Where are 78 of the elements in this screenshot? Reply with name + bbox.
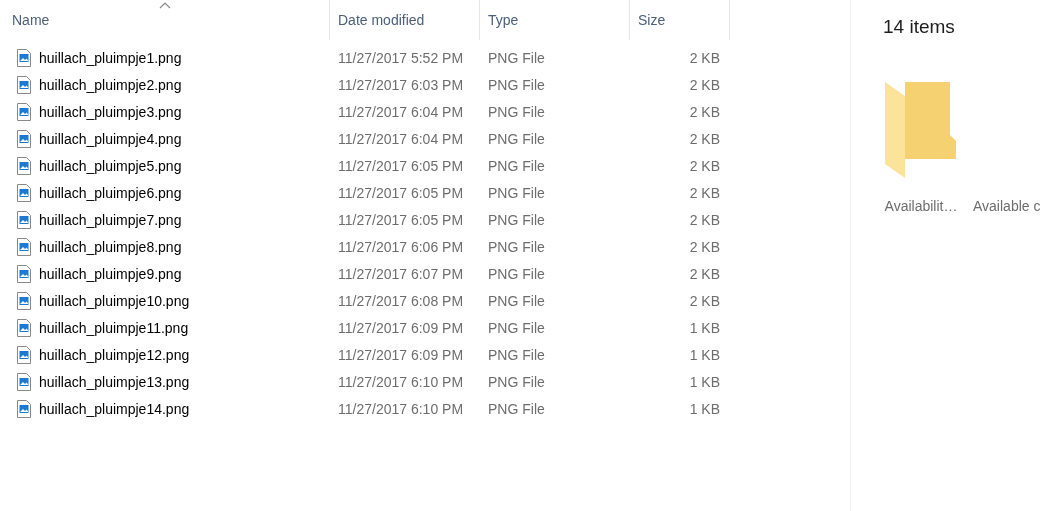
file-size: 2 KB xyxy=(689,265,720,282)
image-file-icon xyxy=(16,345,32,364)
file-name[interactable]: huillach_pluimpje7.png xyxy=(39,211,182,228)
image-file-icon xyxy=(16,75,32,94)
file-name[interactable]: huillach_pluimpje3.png xyxy=(39,103,182,120)
file-size: 1 KB xyxy=(689,400,720,417)
folder-label[interactable]: Available c xyxy=(973,198,1041,214)
date-modified: 11/27/2017 6:08 PM xyxy=(338,292,464,309)
file-size: 2 KB xyxy=(689,292,720,309)
file-size: 2 KB xyxy=(689,76,720,93)
file-size: 2 KB xyxy=(689,103,720,120)
file-name[interactable]: huillach_pluimpje14.png xyxy=(39,400,190,417)
image-file-icon xyxy=(16,291,32,310)
file-size: 2 KB xyxy=(689,49,720,66)
column-header[interactable]: Date modified xyxy=(330,0,480,40)
file-name[interactable]: huillach_pluimpje11.png xyxy=(39,319,189,336)
file-name[interactable]: huillach_pluimpje10.png xyxy=(39,292,190,309)
item-count: 14 items xyxy=(883,16,955,38)
folder-label[interactable]: Availabilit… xyxy=(884,198,958,214)
file-name[interactable]: huillach_pluimpje2.png xyxy=(39,76,182,93)
image-file-icon xyxy=(16,183,32,202)
file-type: PNG File xyxy=(488,265,545,282)
image-file-icon xyxy=(16,372,32,391)
image-file-icon xyxy=(16,48,32,67)
file-type: PNG File xyxy=(488,319,545,336)
image-file-icon xyxy=(16,318,32,337)
file-size: 1 KB xyxy=(689,373,720,390)
date-modified: 11/27/2017 6:04 PM xyxy=(338,130,464,147)
file-name[interactable]: huillach_pluimpje9.png xyxy=(39,265,182,282)
date-modified: 11/27/2017 6:07 PM xyxy=(338,265,464,282)
image-file-icon xyxy=(16,129,32,148)
file-type: PNG File xyxy=(488,184,545,201)
file-size: 2 KB xyxy=(689,130,720,147)
date-modified: 11/27/2017 6:09 PM xyxy=(338,346,464,363)
file-name[interactable]: huillach_pluimpje6.png xyxy=(39,184,182,201)
image-file-icon xyxy=(16,237,32,256)
file-name[interactable]: huillach_pluimpje1.png xyxy=(39,49,182,66)
file-size: 2 KB xyxy=(689,211,720,228)
file-name[interactable]: huillach_pluimpje4.png xyxy=(39,130,182,147)
sort-ascending-icon xyxy=(158,2,171,9)
column-header[interactable]: Type xyxy=(480,0,630,40)
date-modified: 11/27/2017 6:03 PM xyxy=(338,76,464,93)
date-modified: 11/27/2017 6:04 PM xyxy=(338,103,464,120)
file-type: PNG File xyxy=(488,76,545,93)
file-type: PNG File xyxy=(488,103,545,120)
file-name[interactable]: huillach_pluimpje8.png xyxy=(39,238,182,255)
file-name[interactable]: huillach_pluimpje5.png xyxy=(39,157,182,174)
date-modified: 11/27/2017 6:05 PM xyxy=(338,157,464,174)
image-file-icon xyxy=(16,156,32,175)
file-type: PNG File xyxy=(488,400,545,417)
file-type: PNG File xyxy=(488,373,545,390)
image-file-icon xyxy=(16,210,32,229)
date-modified: 11/27/2017 6:05 PM xyxy=(338,184,464,201)
date-modified: 11/27/2017 6:06 PM xyxy=(338,238,464,255)
file-type: PNG File xyxy=(488,157,545,174)
file-type: PNG File xyxy=(488,211,545,228)
date-modified: 11/27/2017 6:09 PM xyxy=(338,319,464,336)
file-name[interactable]: huillach_pluimpje13.png xyxy=(39,373,190,390)
image-file-icon xyxy=(16,399,32,418)
file-size: 1 KB xyxy=(689,319,720,336)
date-modified: 11/27/2017 6:10 PM xyxy=(338,400,464,417)
file-size: 1 KB xyxy=(689,346,720,363)
file-size: 2 KB xyxy=(689,157,720,174)
file-type: PNG File xyxy=(488,292,545,309)
file-type: PNG File xyxy=(488,130,545,147)
file-name[interactable]: huillach_pluimpje12.png xyxy=(39,346,190,363)
file-size: 2 KB xyxy=(689,238,720,255)
image-file-icon xyxy=(16,264,32,283)
file-type: PNG File xyxy=(488,238,545,255)
column-header[interactable]: Name xyxy=(0,0,330,40)
file-type: PNG File xyxy=(488,49,545,66)
image-file-icon xyxy=(16,102,32,121)
date-modified: 11/27/2017 5:52 PM xyxy=(338,49,464,66)
file-type: PNG File xyxy=(488,346,545,363)
date-modified: 11/27/2017 6:05 PM xyxy=(338,211,464,228)
file-size: 2 KB xyxy=(689,184,720,201)
date-modified: 11/27/2017 6:10 PM xyxy=(338,373,464,390)
column-header[interactable]: Size xyxy=(630,0,730,40)
